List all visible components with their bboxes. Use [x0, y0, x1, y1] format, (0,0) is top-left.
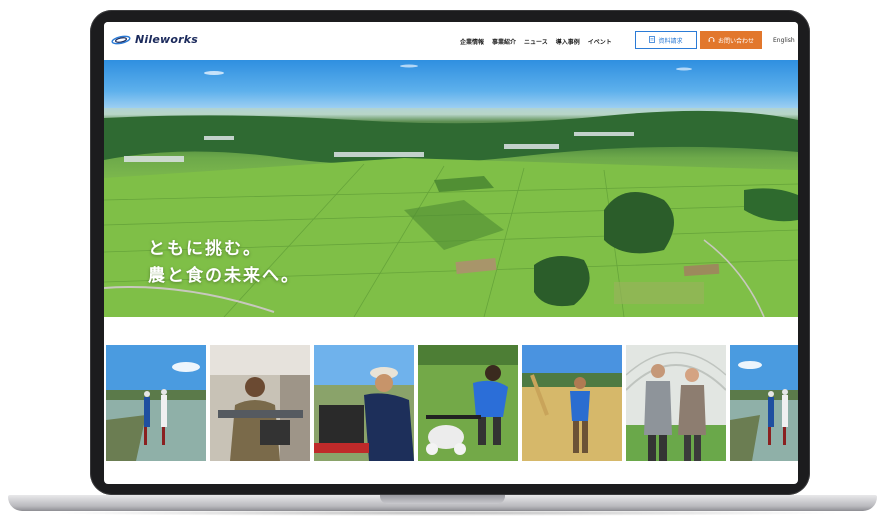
site-header: Nileworks 企業情報 事業紹介 ニュース 導入事例 イベント 資料請求 …	[104, 22, 798, 60]
logo-text: Nileworks	[135, 33, 199, 46]
laptop-notch	[380, 495, 505, 504]
nav-item-news[interactable]: ニュース	[524, 37, 548, 46]
wheat-farmer-photo[interactable]	[522, 345, 622, 461]
engineer-photo[interactable]	[314, 345, 414, 461]
nav-item-company[interactable]: 企業情報	[460, 37, 484, 46]
hero-tagline-line2: 農と食の未来へ。	[148, 266, 300, 286]
nileworks-logo-icon	[111, 35, 131, 45]
nav-item-business[interactable]: 事業紹介	[492, 37, 516, 46]
request-docs-label: 資料請求	[658, 37, 683, 45]
mechanic-photo[interactable]	[210, 345, 310, 461]
hero-tagline-line1: ともに挑む。	[148, 239, 262, 259]
hero-tagline: ともに挑む。 農と食の未来へ。	[148, 236, 300, 290]
nav-item-events[interactable]: イベント	[588, 37, 612, 46]
drone-field-photo[interactable]	[106, 345, 206, 461]
logo[interactable]: Nileworks	[111, 33, 198, 46]
language-switch[interactable]: English	[773, 37, 795, 44]
browser-screen: Nileworks 企業情報 事業紹介 ニュース 導入事例 イベント 資料請求 …	[104, 22, 798, 484]
drone-field-photo-2[interactable]	[730, 345, 798, 461]
nav-item-cases[interactable]: 導入事例	[556, 37, 580, 46]
contact-label: お問い合わせ	[717, 37, 754, 45]
document-icon	[649, 35, 656, 45]
greenhouse-couple-photo[interactable]	[626, 345, 726, 461]
contact-button[interactable]: お問い合わせ	[700, 31, 762, 49]
headset-icon	[708, 36, 715, 45]
laptop-shadow	[40, 510, 845, 516]
photo-strip	[106, 345, 798, 461]
drone-woman-photo[interactable]	[418, 345, 518, 461]
request-docs-button[interactable]: 資料請求	[635, 31, 697, 49]
hero-banner: ともに挑む。 農と食の未来へ。	[104, 60, 798, 317]
main-nav: 企業情報 事業紹介 ニュース 導入事例 イベント	[460, 37, 620, 46]
